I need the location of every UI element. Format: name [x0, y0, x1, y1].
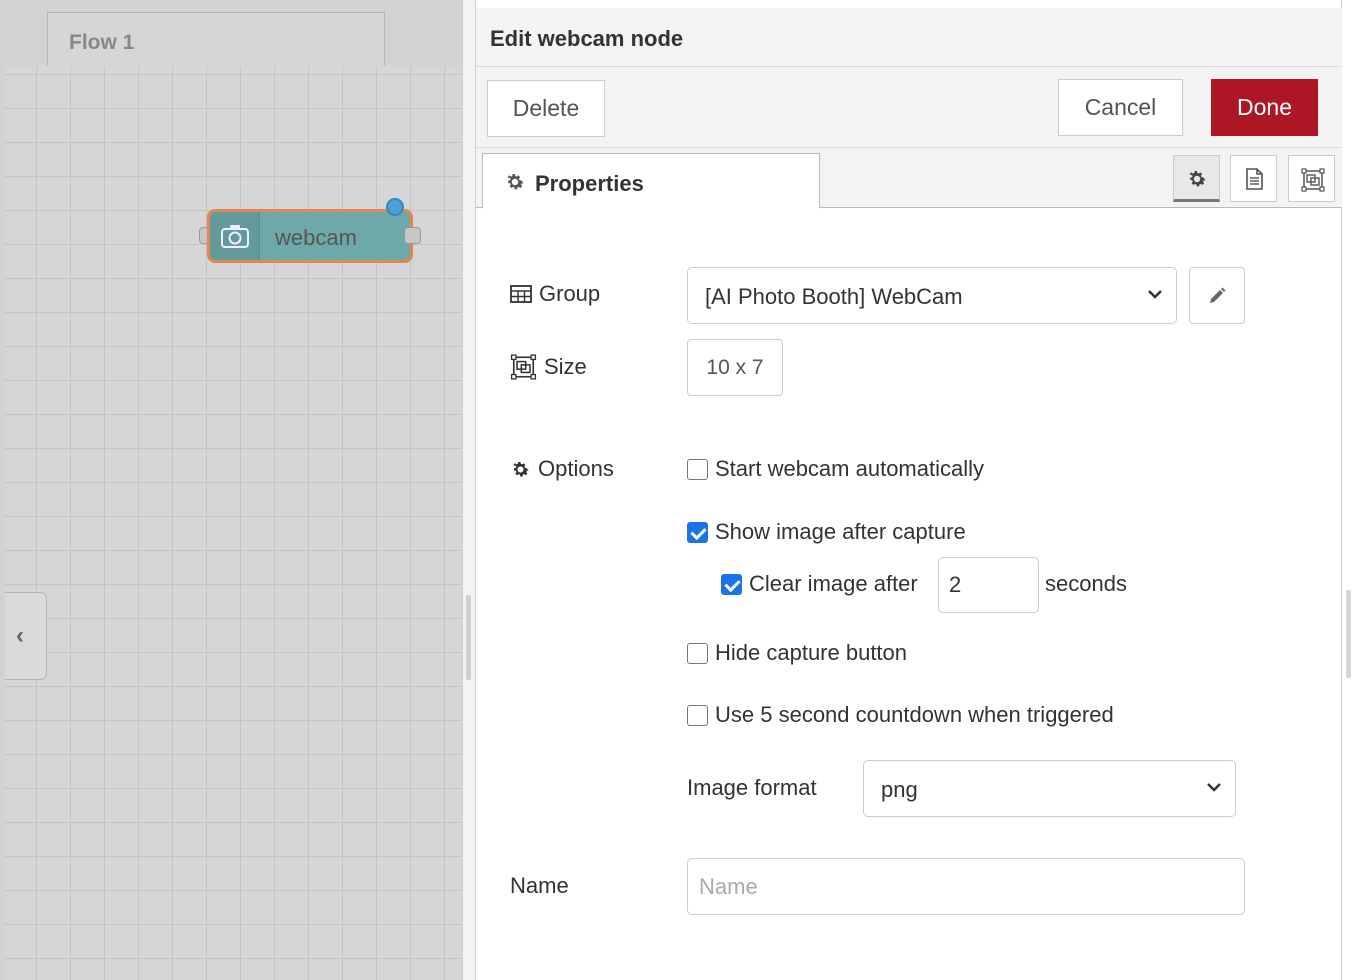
edit-group-button[interactable]	[1189, 267, 1245, 324]
node-changed-indicator	[386, 198, 404, 216]
tab-node-appearance[interactable]	[1288, 155, 1335, 202]
flow-tab-label: Flow 1	[69, 31, 135, 54]
clear-image-row: Clear image after	[721, 571, 918, 597]
group-label-text: Group	[539, 281, 601, 306]
start-auto-label[interactable]: Start webcam automatically	[715, 456, 984, 482]
flow-canvas-area: Flow 1 webcam ‹	[0, 0, 462, 980]
table-icon	[510, 285, 532, 303]
start-auto-row: Start webcam automatically	[687, 456, 984, 482]
pencil-icon	[1210, 287, 1226, 303]
name-label: Name	[510, 873, 569, 898]
node-output-port[interactable]	[404, 227, 421, 244]
options-label-text: Options	[538, 456, 614, 481]
delete-button[interactable]: Delete	[487, 80, 605, 137]
right-panel-resize-handle[interactable]	[1346, 590, 1351, 678]
done-button[interactable]: Done	[1211, 79, 1318, 136]
node-icon-box	[210, 212, 260, 260]
tab-node-description[interactable]	[1230, 155, 1277, 202]
webcam-node[interactable]: webcam	[207, 209, 413, 263]
tab-properties[interactable]: Properties	[482, 153, 820, 209]
gear-icon	[1189, 171, 1206, 187]
options-label: Options	[510, 456, 614, 482]
description-icon	[1246, 168, 1263, 190]
tab-node-properties[interactable]	[1173, 155, 1220, 202]
size-label: Size	[510, 354, 587, 380]
countdown-checkbox[interactable]	[687, 704, 708, 726]
editor-tabs: Properties	[476, 148, 1342, 209]
node-editor-panel: Edit webcam node Delete Cancel Done Prop…	[476, 0, 1342, 980]
clear-image-label[interactable]: Clear image after	[749, 571, 918, 597]
appearance-icon	[1301, 168, 1325, 192]
gear-icon	[513, 461, 529, 477]
hide-capture-label[interactable]: Hide capture button	[715, 640, 907, 666]
show-image-label[interactable]: Show image after capture	[715, 519, 966, 545]
size-label-text: Size	[544, 354, 587, 379]
clear-image-seconds-input[interactable]	[938, 557, 1039, 613]
splitter-handle[interactable]	[466, 595, 471, 680]
tab-properties-label: Properties	[535, 171, 644, 196]
image-format-label: Image format	[687, 775, 817, 800]
group-label: Group	[510, 281, 600, 307]
camera-icon	[221, 225, 249, 248]
editor-title: Edit webcam node	[490, 26, 684, 51]
chevron-left-icon: ‹	[16, 622, 24, 649]
cancel-button[interactable]: Cancel	[1058, 79, 1183, 136]
gear-icon	[507, 174, 524, 190]
group-select[interactable]: [AI Photo Booth] WebCam	[687, 267, 1177, 324]
chevron-down-icon	[1207, 783, 1221, 792]
chevron-down-icon	[1148, 290, 1162, 299]
name-input[interactable]	[687, 858, 1245, 915]
panel-splitter[interactable]	[462, 0, 476, 980]
hide-capture-checkbox[interactable]	[687, 642, 708, 664]
editor-header: Edit webcam node	[476, 8, 1342, 67]
start-auto-checkbox[interactable]	[687, 458, 708, 480]
countdown-row: Use 5 second countdown when triggered	[687, 702, 1114, 728]
size-icon	[510, 354, 537, 380]
tab-flow-1[interactable]: Flow 1	[47, 12, 385, 68]
group-select-value: [AI Photo Booth] WebCam	[705, 284, 963, 309]
show-image-row: Show image after capture	[687, 519, 966, 545]
image-format-select[interactable]: png	[863, 760, 1236, 817]
editor-toolbar: Delete Cancel Done	[476, 67, 1342, 148]
flow-tab-strip: Flow 1	[5, 8, 462, 68]
sidebar-collapse-toggle[interactable]: ‹	[5, 592, 47, 680]
countdown-label[interactable]: Use 5 second countdown when triggered	[715, 702, 1114, 728]
clear-image-checkbox[interactable]	[721, 573, 742, 595]
show-image-checkbox[interactable]	[687, 521, 708, 543]
hide-capture-row: Hide capture button	[687, 640, 907, 666]
seconds-label: seconds	[1045, 571, 1127, 596]
node-label: webcam	[275, 225, 357, 250]
size-button[interactable]: 10 x 7	[687, 339, 783, 396]
image-format-value: png	[881, 777, 918, 802]
